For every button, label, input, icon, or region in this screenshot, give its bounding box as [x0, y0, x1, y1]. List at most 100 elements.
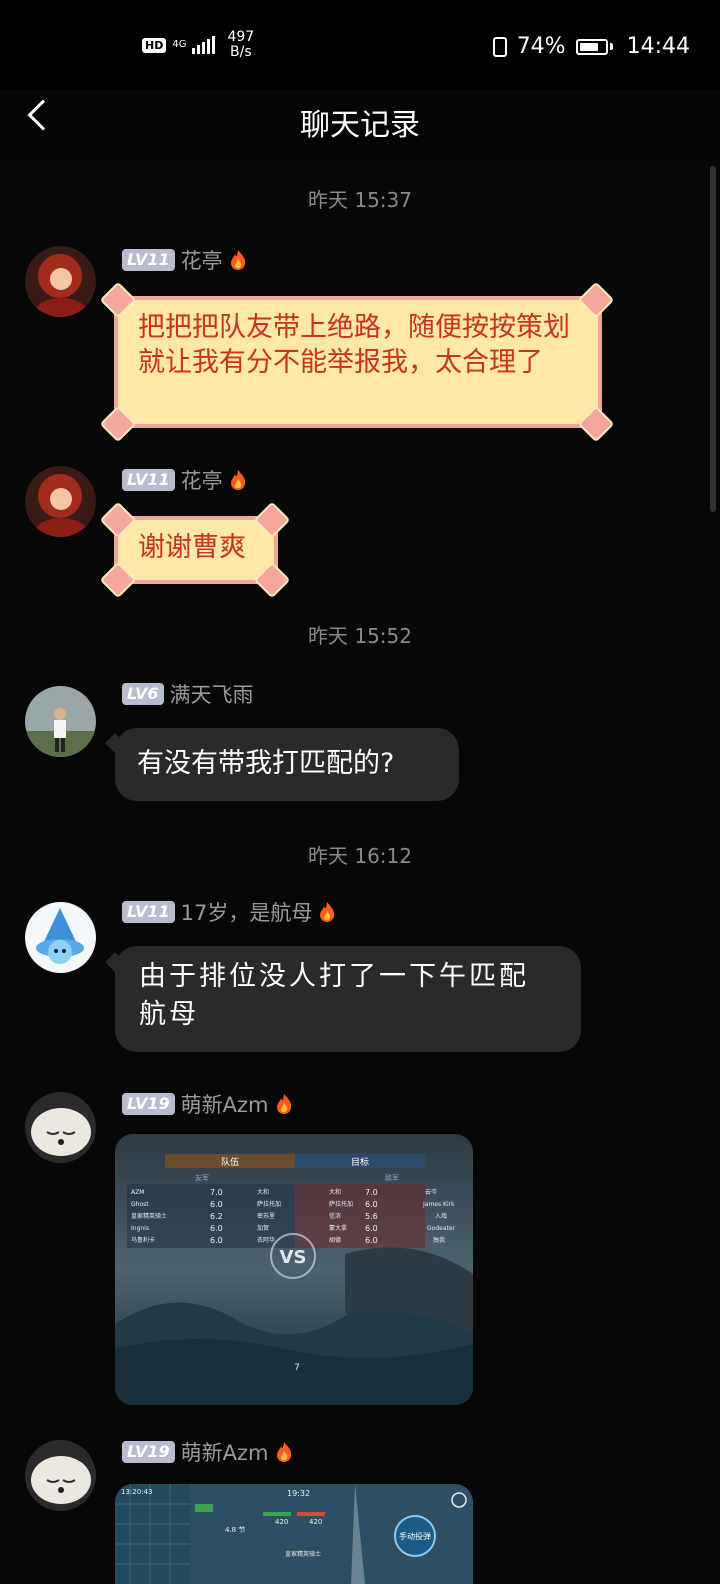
- message-bubble[interactable]: 有没有带我打匹配的?: [115, 728, 459, 801]
- level-badge: LV19: [122, 1441, 175, 1463]
- message-bubble[interactable]: 由于排位没人打了一下午匹配航母: [115, 946, 581, 1052]
- clock: 14:44: [626, 34, 690, 59]
- hud-time-2: 19:32: [287, 1489, 310, 1498]
- level-badge: LV19: [122, 1093, 175, 1115]
- enemy-row-score: 6.0: [365, 1224, 378, 1233]
- fire-icon: [276, 1094, 291, 1114]
- signal-icon: [192, 36, 216, 54]
- vibrate-icon: [492, 36, 507, 57]
- team-row-ship: 大和: [257, 1188, 269, 1196]
- avatar[interactable]: [25, 1440, 96, 1511]
- ship-caption: 皇家精英骑士: [285, 1550, 321, 1558]
- level-badge: LV11: [122, 901, 175, 923]
- left-header: 友军: [195, 1173, 209, 1182]
- hud-value: 420: [275, 1518, 288, 1526]
- fire-icon: [230, 470, 245, 490]
- enemy-row-ship: 蒙大拿: [329, 1224, 347, 1232]
- team-row-score: 6.0: [210, 1224, 223, 1233]
- avatar[interactable]: [25, 902, 96, 973]
- team-row-ship: 衣阿华: [257, 1236, 275, 1244]
- team-row-score: 6.0: [210, 1200, 223, 1209]
- message-text: 把把把队友带上绝路，随便按按策划就让我有分不能举报我，太合理了: [138, 312, 570, 378]
- enemy-row-ship: 胡德: [329, 1236, 341, 1244]
- image-message[interactable]: 13:20:43 19:32 4.8 节 420 420 皇家精英骑士 手动投弹: [115, 1484, 473, 1584]
- username[interactable]: 萌新Azm: [181, 1089, 269, 1119]
- fire-icon: [276, 1442, 291, 1462]
- hd-icon: HD: [142, 37, 167, 53]
- enemy-row-ship: 大和: [329, 1188, 341, 1196]
- battle-screenshot: 队伍 目标 友军 敌军 AZM 7.0 大和 Ghost 6.0 萨拉托加 皇家…: [115, 1134, 473, 1405]
- enemy-row-score: 6.0: [365, 1200, 378, 1209]
- team-row-ship: 萨拉托加: [257, 1200, 281, 1208]
- message-bubble[interactable]: 谢谢曹爽: [114, 516, 278, 584]
- team-row-score: 7.0: [210, 1188, 223, 1197]
- avatar[interactable]: [25, 466, 96, 537]
- hud-time-1: 13:20:43: [121, 1488, 152, 1496]
- status-right: 74% 14:44: [492, 34, 690, 59]
- enemy-row-ship: 信浓: [329, 1212, 341, 1220]
- battery-level: [579, 42, 598, 51]
- avatar[interactable]: [25, 246, 96, 317]
- manual-bomb-button: 手动投弹: [399, 1531, 431, 1541]
- speed-readout: 4.8 节: [225, 1526, 245, 1534]
- battery-percent: 74%: [516, 34, 566, 59]
- level-badge: LV11: [122, 249, 175, 271]
- enemy-row-name: Godeater: [427, 1225, 456, 1232]
- battery-tip: [609, 43, 613, 50]
- username[interactable]: 17岁，是航母: [181, 897, 313, 927]
- team-row-ship: 密苏里: [257, 1212, 275, 1220]
- page-title: 聊天记录: [300, 108, 420, 143]
- hud-value: 420: [309, 1518, 322, 1526]
- username[interactable]: 萌新Azm: [181, 1437, 269, 1467]
- team-row-name: AZM: [131, 1189, 144, 1196]
- team-row-name: 乌鲁利卡: [131, 1236, 155, 1244]
- network-speed-unit: B/s: [230, 44, 252, 60]
- sender-info: LV19 萌新Azm: [122, 1438, 293, 1466]
- image-message[interactable]: 队伍 目标 友军 敌军 AZM 7.0 大和 Ghost 6.0 萨拉托加 皇家…: [115, 1134, 473, 1405]
- message-text: 有没有带我打匹配的?: [137, 748, 395, 779]
- sender-info: LV11 花亭: [122, 466, 247, 494]
- avatar[interactable]: [25, 686, 96, 757]
- tab-target: 目标: [351, 1156, 369, 1168]
- fire-icon: [320, 902, 335, 922]
- enemy-row-name: 独我: [433, 1236, 445, 1244]
- username[interactable]: 花亭: [181, 245, 223, 275]
- scrollbar[interactable]: [710, 166, 716, 512]
- level-badge: LV6: [122, 683, 164, 705]
- sender-info: LV19 萌新Azm: [122, 1090, 293, 1118]
- enemy-row-name: James Kirk: [422, 1201, 455, 1208]
- enemy-row-name: 云岑: [425, 1188, 437, 1196]
- gameplay-screenshot: 13:20:43 19:32 4.8 节 420 420 皇家精英骑士 手动投弹: [115, 1484, 473, 1584]
- fire-icon: [230, 250, 245, 270]
- status-left: HD 4G 497 B/s: [142, 30, 254, 60]
- username[interactable]: 满天飞雨: [170, 679, 254, 709]
- message-bubble[interactable]: 把把把队友带上绝路，随便按按策划就让我有分不能举报我，太合理了: [114, 296, 602, 428]
- enemy-row-score: 7.0: [365, 1188, 378, 1197]
- status-bar: HD 4G 497 B/s 74% 14:44: [0, 0, 720, 90]
- enemy-row-name: 入戏: [435, 1212, 447, 1220]
- enemy-row-ship: 萨拉托加: [329, 1200, 353, 1208]
- right-header: 敌军: [385, 1173, 399, 1182]
- team-row-score: 6.0: [210, 1236, 223, 1245]
- tab-team: 队伍: [221, 1156, 239, 1168]
- counter: 7: [294, 1363, 300, 1373]
- team-row-name: Ingnis: [131, 1225, 149, 1232]
- message-text: 谢谢曹爽: [138, 532, 246, 563]
- sender-info: LV6 满天飞雨: [122, 680, 254, 708]
- avatar[interactable]: [25, 1092, 96, 1163]
- team-row-name: Ghost: [131, 1201, 149, 1208]
- vs-label: VS: [280, 1247, 307, 1268]
- team-row-name: 皇家精英骑士: [131, 1212, 167, 1220]
- sender-info: LV11 17岁，是航母: [122, 898, 336, 926]
- username[interactable]: 花亭: [181, 465, 223, 495]
- timestamp: 昨天 15:37: [308, 188, 412, 212]
- network-speed-value: 497: [227, 29, 255, 45]
- timestamp: 昨天 15:52: [308, 624, 412, 648]
- timestamp: 昨天 16:12: [308, 844, 412, 868]
- team-row-score: 6.2: [210, 1212, 223, 1221]
- battery-icon: [575, 38, 608, 55]
- enemy-row-score: 6.0: [365, 1236, 378, 1245]
- network-type: 4G: [172, 39, 187, 50]
- message-text: 由于排位没人打了一下午匹配航母: [139, 961, 529, 1030]
- team-row-ship: 加贺: [257, 1224, 269, 1232]
